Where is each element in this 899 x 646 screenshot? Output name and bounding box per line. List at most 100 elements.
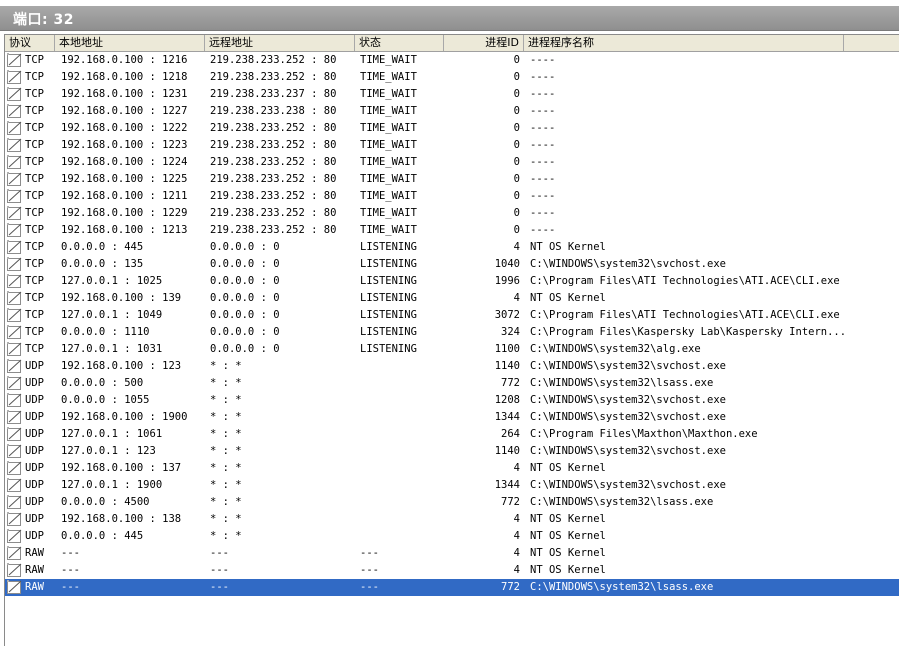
table-row[interactable]: TCP 192.168.0.100 : 1224 219.238.233.252 :… [5, 154, 899, 171]
cell-state [360, 443, 444, 460]
cell-protocol: TCP [25, 88, 44, 100]
cell-protocol: UDP [25, 428, 44, 440]
cell-protocol: TCP [25, 343, 44, 355]
cell-local-address: 192.168.0.100 : 1211 [61, 190, 188, 202]
cell-process-name: ---- [530, 190, 556, 202]
table-row[interactable]: TCP 192.168.0.100 : 1229 219.238.233.252 :… [5, 205, 899, 222]
cell-local-address: 127.0.0.1 : 1900 [61, 479, 163, 491]
table-row[interactable]: TCP 127.0.0.1 : 1025 0.0.0.0 : 0 LISTENING 1… [5, 273, 899, 290]
cell-remote-address: * : * [210, 394, 242, 406]
table-row[interactable]: UDP 192.168.0.100 : 138 * : * 4 NT OS Kernel [5, 511, 899, 528]
cell-process-name: ---- [530, 122, 556, 134]
table-row[interactable]: TCP 192.168.0.100 : 1211 219.238.233.252 :… [5, 188, 899, 205]
table-row[interactable]: TCP 192.168.0.100 : 1216 219.238.233.252 :… [5, 52, 899, 69]
table-row[interactable]: RAW --- --- --- 4 NT OS Kernel [5, 545, 899, 562]
table-row[interactable]: TCP 192.168.0.100 : 1223 219.238.233.252 :… [5, 137, 899, 154]
cell-process-name: NT OS Kernel [530, 292, 606, 304]
cell-process-name: ---- [530, 71, 556, 83]
cell-local-address: 192.168.0.100 : 1231 [61, 88, 188, 100]
connection-icon [7, 359, 23, 374]
cell-pid: 0 [513, 190, 520, 202]
connection-icon [7, 257, 23, 272]
table-row[interactable]: TCP 127.0.0.1 : 1031 0.0.0.0 : 0 LISTENING 1… [5, 341, 899, 358]
cell-local-address: 192.168.0.100 : 1223 [61, 139, 188, 151]
table-row[interactable]: UDP 127.0.0.1 : 123 * : * 1140 C:\WINDOWS\sy… [5, 443, 899, 460]
cell-pid: 0 [513, 207, 520, 219]
cell-remote-address: 219.238.233.252 : 80 [210, 54, 337, 66]
table-row[interactable]: TCP 192.168.0.100 : 1225 219.238.233.252 :… [5, 171, 899, 188]
cell-protocol: UDP [25, 445, 44, 457]
cell-remote-address: 219.238.233.252 : 80 [210, 71, 337, 83]
cell-process-name: NT OS Kernel [530, 530, 606, 542]
cell-protocol: UDP [25, 394, 44, 406]
table-row[interactable]: TCP 192.168.0.100 : 139 0.0.0.0 : 0 LISTENI… [5, 290, 899, 307]
table-row[interactable]: UDP 127.0.0.1 : 1061 * : * 264 C:\Program Fi… [5, 426, 899, 443]
table-row[interactable]: UDP 192.168.0.100 : 1900 * : * 1344 C:\WINDO… [5, 409, 899, 426]
cell-process-name: C:\Program Files\ATI Technologies\ATI.AC… [530, 275, 840, 287]
table-row[interactable]: UDP 192.168.0.100 : 123 * : * 1140 C:\WINDOW… [5, 358, 899, 375]
connection-icon [7, 104, 23, 119]
cell-pid: 0 [513, 139, 520, 151]
table-row[interactable]: TCP 192.168.0.100 : 1227 219.238.233.238 :… [5, 103, 899, 120]
cell-state [360, 494, 444, 511]
list-header: 协议 本地地址 远程地址 状态 进程ID 进程程序名称 [5, 35, 899, 52]
connection-icon [7, 189, 23, 204]
cell-local-address: 192.168.0.100 : 1216 [61, 54, 188, 66]
cell-protocol: TCP [25, 241, 44, 253]
column-header-pid[interactable]: 进程ID [444, 35, 524, 51]
cell-protocol: RAW [25, 547, 44, 559]
cell-remote-address: 0.0.0.0 : 0 [210, 241, 280, 253]
connection-icon [7, 580, 23, 595]
table-row[interactable]: TCP 192.168.0.100 : 1222 219.238.233.252 :… [5, 120, 899, 137]
table-row[interactable]: TCP 0.0.0.0 : 445 0.0.0.0 : 0 LISTENING 4 NT … [5, 239, 899, 256]
table-row[interactable]: TCP 192.168.0.100 : 1218 219.238.233.252 :… [5, 69, 899, 86]
table-row[interactable]: UDP 0.0.0.0 : 500 * : * 772 C:\WINDOWS\syste… [5, 375, 899, 392]
cell-local-address: 0.0.0.0 : 500 [61, 377, 144, 389]
table-row[interactable]: TCP 192.168.0.100 : 1213 219.238.233.252 :… [5, 222, 899, 239]
cell-pid: 3072 [494, 309, 520, 321]
table-row[interactable]: TCP 0.0.0.0 : 1110 0.0.0.0 : 0 LISTENING 324… [5, 324, 899, 341]
table-row[interactable]: RAW --- --- --- 772 C:\WINDOWS\system32\lsass… [5, 579, 899, 596]
cell-process-name: ---- [530, 173, 556, 185]
table-row[interactable]: TCP 192.168.0.100 : 1231 219.238.233.237 :… [5, 86, 899, 103]
cell-remote-address: 0.0.0.0 : 0 [210, 275, 280, 287]
cell-protocol: UDP [25, 377, 44, 389]
cell-pid: 4 [513, 241, 520, 253]
connection-icon [7, 308, 23, 323]
table-row[interactable]: TCP 127.0.0.1 : 1049 0.0.0.0 : 0 LISTENING 3… [5, 307, 899, 324]
column-header-local-address[interactable]: 本地地址 [55, 35, 205, 51]
column-header-process-name[interactable]: 进程程序名称 [524, 35, 844, 51]
cell-pid: 0 [513, 224, 520, 236]
cell-pid: 4 [513, 547, 520, 559]
cell-pid: 1040 [494, 258, 520, 270]
connection-icon [7, 155, 23, 170]
table-row[interactable]: UDP 0.0.0.0 : 445 * : * 4 NT OS Kernel [5, 528, 899, 545]
column-header-protocol[interactable]: 协议 [5, 35, 55, 51]
table-row[interactable]: UDP 0.0.0.0 : 1055 * : * 1208 C:\WINDOWS\sys… [5, 392, 899, 409]
cell-process-name: C:\WINDOWS\system32\lsass.exe [530, 496, 714, 508]
cell-remote-address: * : * [210, 411, 242, 423]
cell-pid: 1100 [494, 343, 520, 355]
table-row[interactable]: UDP 192.168.0.100 : 137 * : * 4 NT OS Kernel [5, 460, 899, 477]
table-row[interactable]: UDP 0.0.0.0 : 4500 * : * 772 C:\WINDOWS\syst… [5, 494, 899, 511]
table-row[interactable]: UDP 127.0.0.1 : 1900 * : * 1344 C:\WINDOWS\s… [5, 477, 899, 494]
connection-list[interactable]: 协议 本地地址 远程地址 状态 进程ID 进程程序名称 TCP 192.168.0… [4, 34, 899, 646]
connection-icon [7, 291, 23, 306]
cell-state [360, 460, 444, 477]
column-header-remote-address[interactable]: 远程地址 [205, 35, 355, 51]
cell-pid: 0 [513, 173, 520, 185]
cell-pid: 324 [501, 326, 520, 338]
cell-remote-address: * : * [210, 377, 242, 389]
cell-local-address: --- [61, 547, 80, 559]
cell-local-address: 192.168.0.100 : 1900 [61, 411, 188, 423]
table-row[interactable]: RAW --- --- --- 4 NT OS Kernel [5, 562, 899, 579]
cell-pid: 4 [513, 292, 520, 304]
cell-process-name: C:\WINDOWS\system32\svchost.exe [530, 394, 726, 406]
cell-local-address: 127.0.0.1 : 1061 [61, 428, 163, 440]
connection-icon [7, 53, 23, 68]
cell-pid: 772 [501, 377, 520, 389]
cell-remote-address: --- [210, 547, 229, 559]
table-row[interactable]: TCP 0.0.0.0 : 135 0.0.0.0 : 0 LISTENING 1040… [5, 256, 899, 273]
connection-icon [7, 376, 23, 391]
column-header-state[interactable]: 状态 [355, 35, 444, 51]
